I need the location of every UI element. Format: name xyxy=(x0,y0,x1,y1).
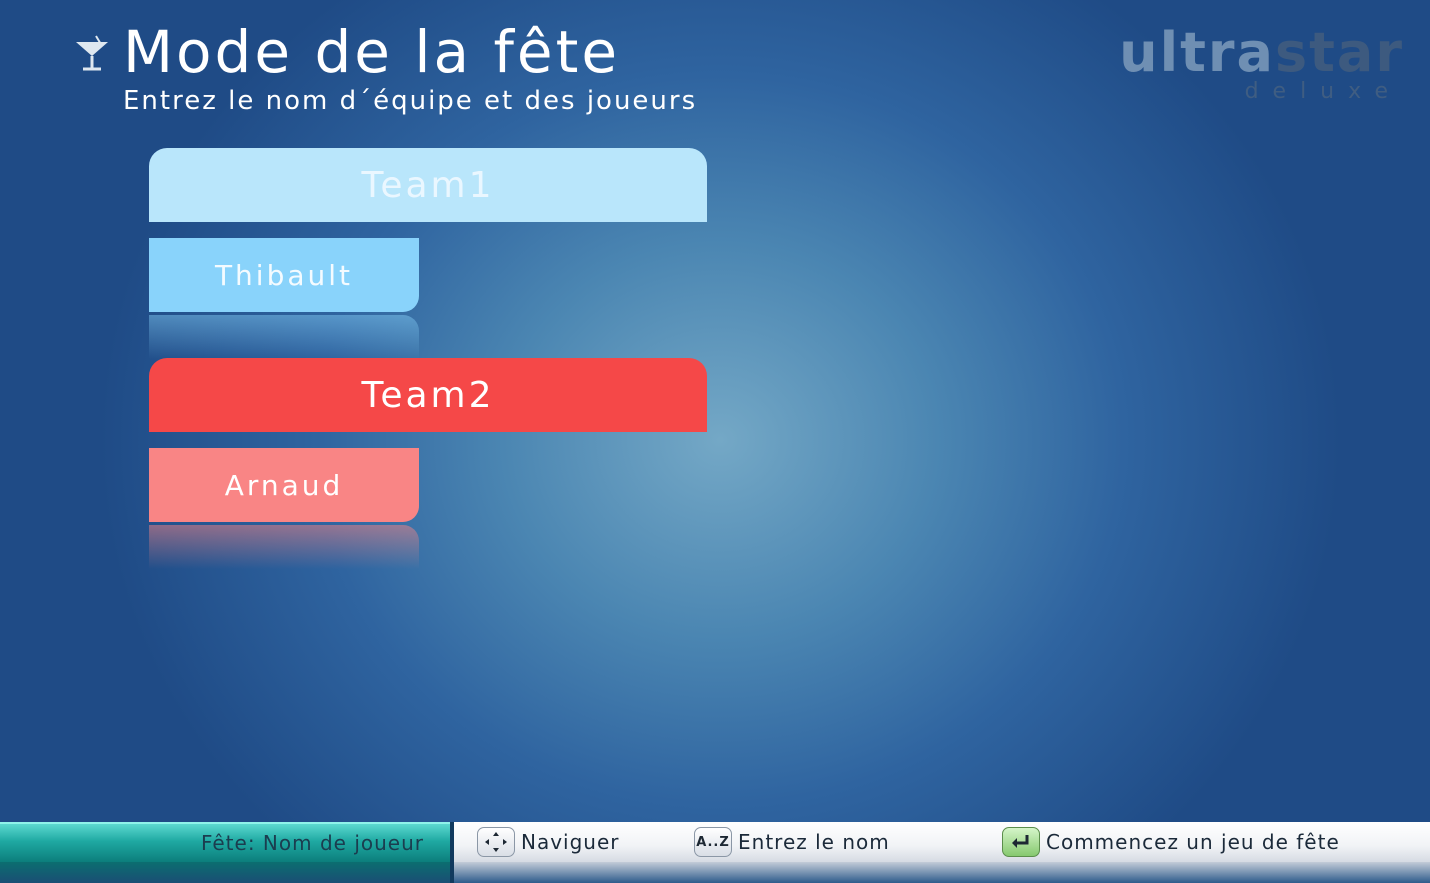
team2-player1-name-button[interactable]: Arnaud xyxy=(149,448,419,522)
start-party-hint: Commencez un jeu de fête xyxy=(1002,826,1340,858)
ultrastar-deluxe-logo: ultrastar deluxe xyxy=(1052,22,1404,104)
page-subtitle: Entrez le nom d´équipe et des joueurs xyxy=(123,86,698,116)
navigate-hint: Naviguer xyxy=(477,826,620,858)
footer-status: Fête: Nom de joueur xyxy=(0,822,450,862)
navigate-hint-label: Naviguer xyxy=(521,830,620,854)
team2-player1-reflection xyxy=(149,525,419,569)
enter-name-hint: A..Z Entrez le nom xyxy=(694,826,890,858)
logo-subtitle: deluxe xyxy=(1244,79,1402,104)
enter-key-icon xyxy=(1002,827,1040,857)
cocktail-glass-icon xyxy=(72,34,112,74)
start-party-hint-label: Commencez un jeu de fête xyxy=(1046,830,1340,854)
enter-name-hint-label: Entrez le nom xyxy=(738,830,890,854)
logo-wordmark-ultra: ultra xyxy=(1119,21,1275,84)
team1-name-button[interactable]: Team1 xyxy=(149,148,707,222)
logo-wordmark: ultrastar xyxy=(1119,22,1404,84)
arrow-keys-icon xyxy=(477,827,515,857)
footer-status-lower xyxy=(0,862,450,883)
team1-player1-reflection xyxy=(149,315,419,359)
az-key-icon: A..Z xyxy=(694,827,732,857)
team1-player1-name-button[interactable]: Thibault xyxy=(149,238,419,312)
team2-name-button[interactable]: Team2 xyxy=(149,358,707,432)
page-title: Mode de la fête xyxy=(123,18,621,86)
logo-wordmark-star: star xyxy=(1274,21,1404,84)
footer-controls-lower xyxy=(454,862,1430,883)
